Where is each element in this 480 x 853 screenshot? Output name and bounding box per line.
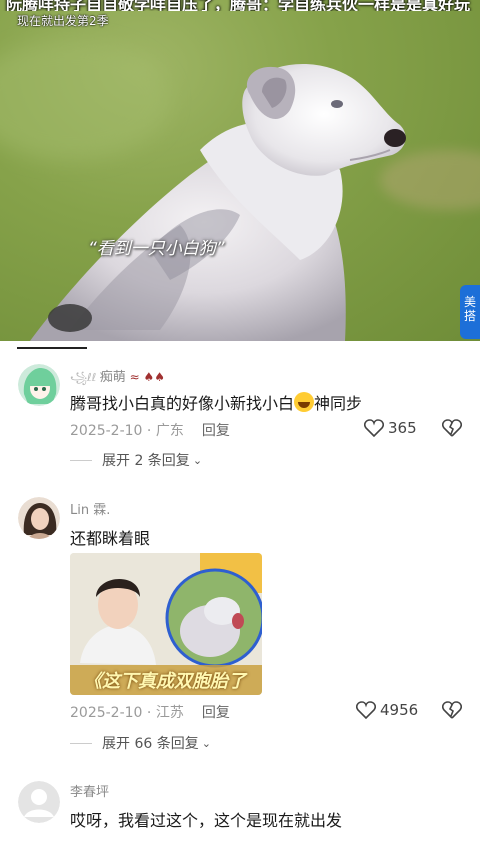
heart-icon bbox=[356, 701, 376, 719]
anime-girl-avatar-icon bbox=[18, 364, 60, 406]
expand-line bbox=[70, 742, 92, 744]
default-user-avatar-icon bbox=[18, 781, 60, 823]
username-badge-icon: ≈ ♠♠ bbox=[125, 370, 165, 384]
brand-logo[interactable]: 美 搭 bbox=[460, 285, 480, 339]
video-player[interactable]: 阮腾咩持子自自敬学咩自压了，腾哥：学自练兵伙一样是是真好玩 现在就出发第2季 “… bbox=[0, 0, 480, 341]
comment-item: 李春坪 哎呀，我看过这个，这个是现在就出发 bbox=[0, 779, 480, 853]
chevron-down-icon: ⌄ bbox=[192, 453, 203, 467]
reply-button[interactable]: 回复 bbox=[202, 423, 230, 439]
comment-image[interactable]: 《这下真成双胞胎了 bbox=[70, 553, 262, 695]
reply-button[interactable]: 回复 bbox=[202, 705, 230, 721]
subtitle-caption: “看到一只小白狗” bbox=[88, 239, 225, 259]
comment-username[interactable]: Lin 霖. bbox=[70, 499, 110, 518]
broken-heart-icon bbox=[441, 701, 463, 719]
user-avatar[interactable] bbox=[18, 781, 60, 823]
comment-text: 还都眯着眼 bbox=[70, 529, 151, 548]
broken-heart-icon bbox=[441, 419, 463, 437]
image-caption: 《这下真成双胞胎了 bbox=[84, 671, 246, 692]
comment-text: 腾哥找小白真的好像小新找小白 神同步 bbox=[70, 392, 363, 413]
like-button[interactable]: 4956 bbox=[356, 701, 418, 719]
dislike-button[interactable] bbox=[441, 419, 463, 441]
expand-replies-button[interactable]: 展开 66 条回复 ⌄ bbox=[70, 733, 211, 753]
comments-tab-indicator bbox=[17, 347, 87, 349]
dislike-button[interactable] bbox=[441, 701, 463, 723]
comment-item: ꧁ℓℓ 痴萌 ≈ ♠♠ 腾哥找小白真的好像小新找小白 神同步 2025-2-10 … bbox=[0, 362, 480, 472]
comment-username[interactable]: 李春坪 bbox=[70, 781, 109, 800]
chevron-down-icon: ⌄ bbox=[201, 736, 211, 750]
laugh-cry-emoji-icon bbox=[294, 392, 315, 412]
like-count: 4956 bbox=[380, 701, 419, 719]
like-count: 365 bbox=[388, 419, 417, 437]
user-avatar[interactable] bbox=[18, 497, 60, 539]
video-title-caption: 阮腾咩持子自自敬学咩自压了，腾哥：学自练兵伙一样是是真好玩 bbox=[6, 0, 471, 11]
expand-line bbox=[70, 459, 92, 461]
like-button[interactable]: 365 bbox=[364, 419, 417, 437]
comment-actions: 2025-2-10 · 江苏 回复 4956 展开 66 条回复 ⌄ bbox=[0, 697, 480, 757]
heart-icon bbox=[364, 419, 384, 437]
username-decoration-icon: ꧁ℓℓ bbox=[70, 371, 100, 384]
show-name-caption: 现在就出发第2季 bbox=[17, 14, 109, 28]
portrait-avatar-icon bbox=[18, 497, 60, 539]
user-avatar[interactable] bbox=[18, 364, 60, 406]
comment-username[interactable]: ꧁ℓℓ 痴萌 ≈ ♠♠ bbox=[70, 366, 165, 392]
expand-replies-button[interactable]: 展开 2 条回复 ⌄ bbox=[70, 450, 202, 470]
comment-text: 哎呀，我看过这个，这个是现在就出发 bbox=[70, 811, 343, 830]
comment-meta: 2025-2-10 · 江苏 回复 bbox=[70, 705, 230, 721]
dog-image bbox=[30, 63, 406, 341]
comment-meta: 2025-2-10 · 广东 回复 bbox=[70, 423, 230, 439]
